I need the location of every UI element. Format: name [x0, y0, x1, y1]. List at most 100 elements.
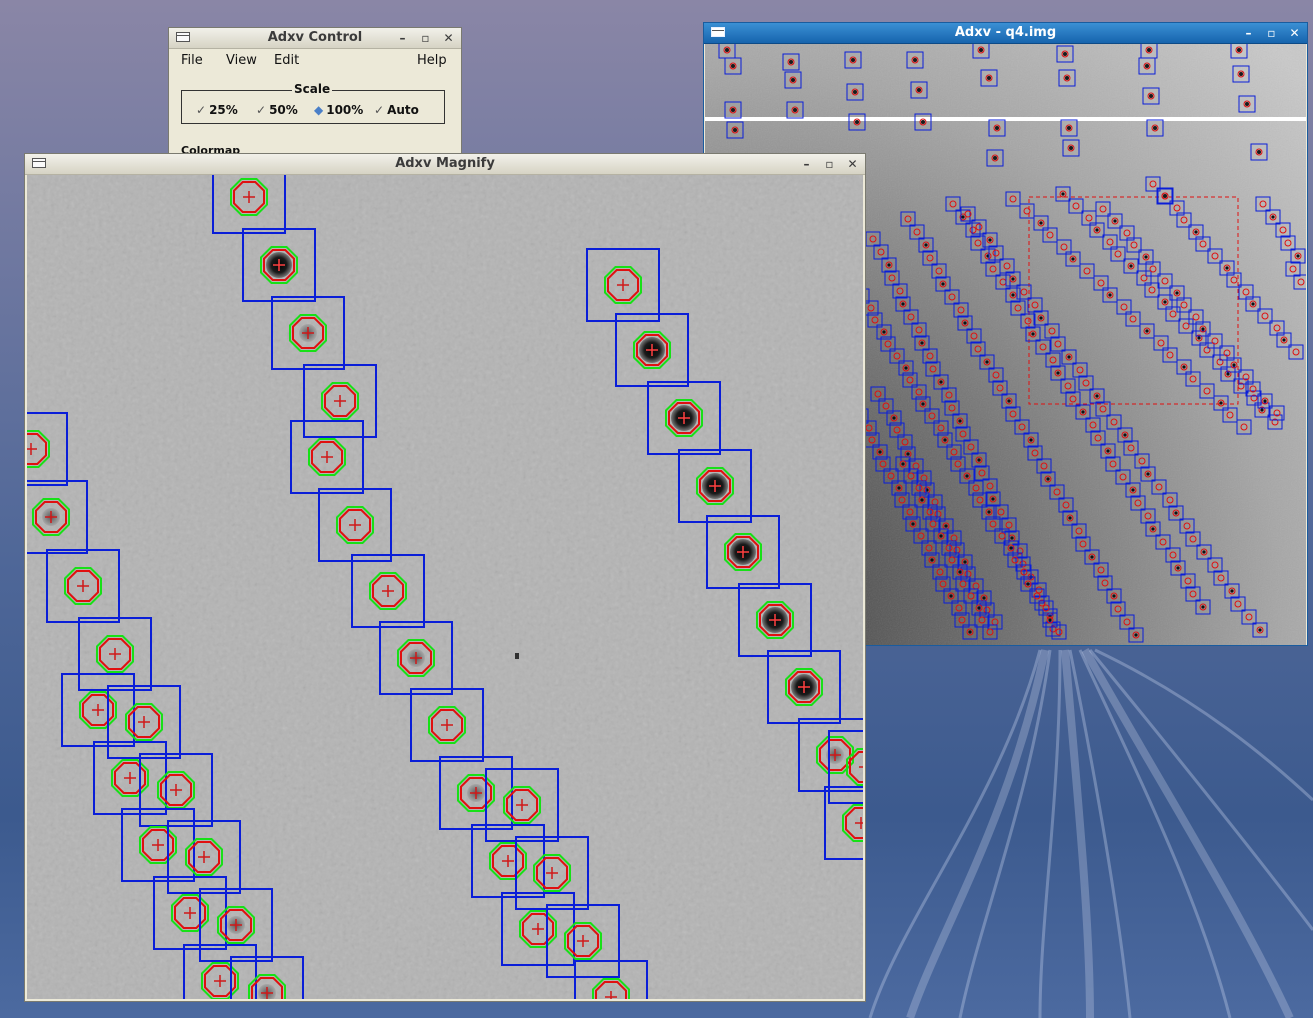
spot-intensity: [1123, 433, 1127, 437]
spot-intensity: [939, 380, 943, 384]
spot-intensity: [1048, 618, 1052, 622]
spot-intensity: [904, 366, 908, 370]
spot-intensity: [977, 606, 981, 610]
spot-intensity: [943, 438, 947, 442]
menu-edit[interactable]: Edit: [274, 53, 299, 68]
spot-intensity: [1095, 394, 1099, 398]
image-titlebar[interactable]: Adxv - q4.img – ▫ ✕: [704, 23, 1307, 44]
spot-intensity: [1063, 52, 1067, 56]
spot-intensity: [1129, 264, 1133, 268]
spot-intensity: [944, 524, 948, 528]
spot-intensity: [1296, 254, 1300, 258]
spot-intensity: [977, 458, 981, 462]
hot-pixel: [515, 653, 519, 659]
scale-option-100[interactable]: ◆ 100%: [314, 103, 363, 117]
spot-intensity: [921, 120, 925, 124]
spot-intensity: [920, 498, 924, 502]
spot-intensity: [1039, 221, 1043, 225]
scale-group: Scale ✓ 25% ✓ 50% ◆ 100% ✓ Auto: [181, 82, 445, 124]
close-icon[interactable]: ✕: [440, 28, 457, 48]
spot-intensity: [1113, 219, 1117, 223]
spot-intensity: [921, 402, 925, 406]
radio-off-icon: ✓: [196, 103, 207, 117]
spot-intensity: [963, 560, 967, 564]
spot-intensity: [882, 330, 886, 334]
spot-intensity: [901, 302, 905, 306]
control-title: Adxv Control: [267, 30, 363, 45]
spot-intensity: [965, 474, 969, 478]
close-icon[interactable]: ✕: [844, 154, 861, 174]
spot-intensity: [1065, 76, 1069, 80]
spot-intensity: [878, 450, 882, 454]
radio-off-icon: ✓: [374, 103, 385, 117]
spot-intensity: [789, 60, 793, 64]
control-titlebar[interactable]: Adxv Control – ▫ ✕: [169, 28, 461, 49]
spot-intensity: [1147, 48, 1151, 52]
spot-intensity: [930, 558, 934, 562]
minimize-icon[interactable]: –: [1240, 23, 1257, 43]
spot-intensity: [1106, 449, 1110, 453]
spot-intensity: [1029, 438, 1033, 442]
maximize-icon[interactable]: ▫: [417, 28, 434, 48]
scale-option-25[interactable]: ✓ 25%: [196, 103, 238, 117]
minimize-icon[interactable]: –: [394, 28, 411, 48]
window-menu-icon[interactable]: [176, 32, 190, 42]
spot-intensity: [913, 58, 917, 62]
spot-intensity: [1046, 477, 1050, 481]
radio-off-icon: ✓: [256, 103, 267, 117]
spot-intensity: [892, 416, 896, 420]
scale-option-auto[interactable]: ✓ Auto: [374, 103, 419, 117]
control-menubar: File View Edit Help: [173, 50, 457, 72]
spot-intensity: [1011, 293, 1015, 297]
magnify-titlebar[interactable]: Adxv Magnify – ▫ ✕: [25, 154, 865, 175]
close-icon[interactable]: ✕: [1286, 23, 1303, 43]
window-menu-icon[interactable]: [32, 158, 46, 168]
spot-intensity: [949, 594, 953, 598]
spot-intensity: [1163, 194, 1167, 198]
spot-intensity: [982, 596, 986, 600]
spot-intensity: [1258, 628, 1262, 632]
spot-intensity: [1237, 48, 1241, 52]
magnified-image[interactable]: [27, 175, 863, 999]
magnify-title: Adxv Magnify: [395, 156, 495, 171]
spot-intensity: [733, 128, 737, 132]
spot-intensity: [855, 120, 859, 124]
spot-intensity: [1039, 316, 1043, 320]
spot-intensity: [1146, 472, 1150, 476]
menu-help[interactable]: Help: [417, 53, 447, 68]
spot-intensity: [988, 238, 992, 242]
spot-intensity: [995, 126, 999, 130]
spot-intensity: [1271, 215, 1275, 219]
maximize-icon[interactable]: ▫: [1263, 23, 1280, 43]
spot-intensity: [920, 341, 924, 345]
spot-intensity: [1011, 277, 1015, 281]
spot-intensity: [924, 243, 928, 247]
spot-intensity: [1067, 126, 1071, 130]
spot-intensity: [1145, 329, 1149, 333]
spot-intensity: [1174, 511, 1178, 515]
menu-view[interactable]: View: [226, 53, 257, 68]
spot-intensity: [1145, 64, 1149, 68]
spot-intensity: [793, 108, 797, 112]
spot-intensity: [1251, 302, 1255, 306]
spot-intensity: [1112, 594, 1116, 598]
spot-intensity: [1151, 527, 1155, 531]
maximize-icon[interactable]: ▫: [821, 154, 838, 174]
spot-intensity: [979, 48, 983, 52]
spot-intensity: [791, 78, 795, 82]
spot-intensity: [958, 570, 962, 574]
minimize-icon[interactable]: –: [798, 154, 815, 174]
spot-intensity: [1226, 372, 1230, 376]
spot-intensity: [1081, 410, 1085, 414]
spot-intensity: [1056, 371, 1060, 375]
spot-intensity: [1095, 228, 1099, 232]
window-menu-icon[interactable]: [711, 27, 725, 37]
spot-intensity: [993, 156, 997, 160]
spot-intensity: [1069, 146, 1073, 150]
spot-intensity: [906, 452, 910, 456]
spot-intensity: [853, 90, 857, 94]
spot-intensity: [939, 534, 943, 538]
spot-intensity: [897, 486, 901, 490]
menu-file[interactable]: File: [181, 53, 203, 68]
scale-option-50[interactable]: ✓ 50%: [256, 103, 298, 117]
